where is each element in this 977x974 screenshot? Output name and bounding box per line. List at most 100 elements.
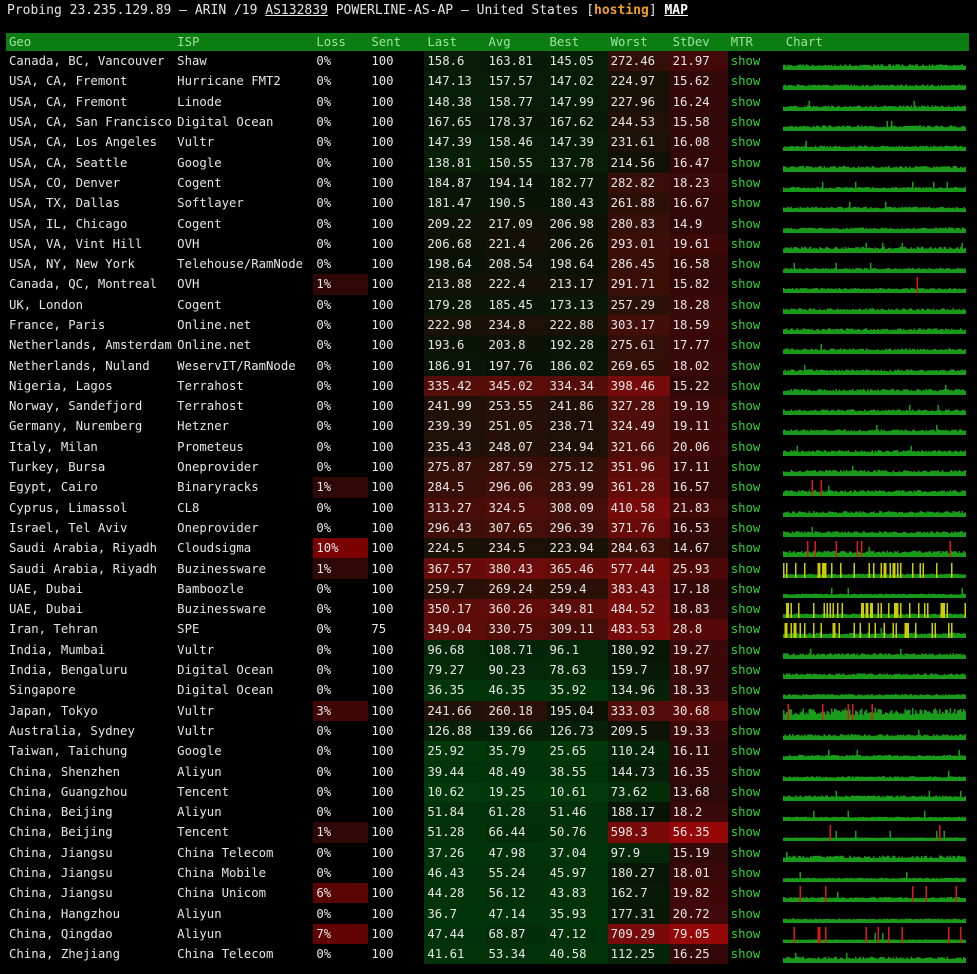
mtr-show-link[interactable]: show bbox=[728, 457, 783, 477]
sparkline-bar bbox=[862, 309, 864, 314]
sparkline-bar bbox=[880, 410, 882, 416]
sparkline-bar bbox=[859, 430, 861, 436]
table-row: USA, CA, Seattle Google 0% 100 138.81 150.55 1… bbox=[6, 152, 969, 173]
mtr-show-link[interactable]: show bbox=[728, 152, 783, 172]
mtr-show-link[interactable]: show bbox=[728, 376, 783, 396]
sparkline-bar bbox=[941, 551, 944, 558]
sparkline-bar bbox=[914, 309, 917, 314]
table-row: India, Mumbai Vultr 0% 100 96.68 108.71 96.1 18… bbox=[6, 639, 969, 660]
geo-cell: Cyprus, Limassol bbox=[9, 500, 128, 515]
sparkline-bar bbox=[913, 146, 915, 152]
mtr-show-link[interactable]: show bbox=[728, 782, 783, 802]
sparkline-bar bbox=[791, 573, 794, 578]
mtr-show-link[interactable]: show bbox=[728, 437, 783, 457]
mtr-show-link[interactable]: show bbox=[728, 761, 783, 781]
sparkline-bar bbox=[919, 675, 921, 680]
mtr-show-link[interactable]: show bbox=[728, 396, 783, 416]
col-stdev[interactable]: StDev bbox=[669, 33, 728, 51]
sparkline-bar bbox=[839, 289, 842, 294]
asn-link[interactable]: AS132839 bbox=[265, 3, 328, 18]
mtr-show-link[interactable]: show bbox=[728, 173, 783, 193]
sparkline-bar bbox=[787, 603, 789, 619]
sparkline-bar bbox=[791, 146, 794, 152]
sparkline-bar bbox=[917, 695, 920, 700]
col-isp[interactable]: ISP bbox=[174, 33, 314, 51]
sparkline-bar bbox=[833, 410, 836, 416]
sparkline-bar bbox=[871, 268, 873, 274]
col-avg[interactable]: Avg bbox=[485, 33, 547, 51]
mtr-show-link[interactable]: show bbox=[728, 355, 783, 375]
mtr-show-link[interactable]: show bbox=[728, 680, 783, 700]
best-cell: 145.05 bbox=[546, 51, 608, 72]
sparkline-bar bbox=[790, 796, 792, 801]
mtr-show-link[interactable]: show bbox=[728, 660, 783, 680]
last-cell: 158.6 bbox=[424, 51, 486, 72]
mtr-show-link[interactable]: show bbox=[728, 71, 783, 91]
sparkline-bar bbox=[815, 228, 818, 233]
mtr-show-link[interactable]: show bbox=[728, 721, 783, 741]
sparkline-bar bbox=[868, 491, 870, 497]
mtr-show-link[interactable]: show bbox=[728, 599, 783, 619]
sparkline-bar bbox=[842, 146, 845, 152]
mtr-show-link[interactable]: show bbox=[728, 92, 783, 112]
mtr-show-link[interactable]: show bbox=[728, 335, 783, 355]
mtr-show-link[interactable]: show bbox=[728, 701, 783, 721]
mtr-show-link[interactable]: show bbox=[728, 538, 783, 558]
mtr-show-link[interactable]: show bbox=[728, 112, 783, 132]
mtr-show-link[interactable]: show bbox=[728, 640, 783, 660]
sparkline-bar bbox=[799, 165, 801, 172]
mtr-show-link[interactable]: show bbox=[728, 498, 783, 518]
sparkline-bar bbox=[820, 450, 822, 456]
mtr-show-link[interactable]: show bbox=[728, 254, 783, 274]
mtr-show-link[interactable]: show bbox=[728, 477, 783, 497]
col-sent[interactable]: Sent bbox=[368, 33, 425, 51]
sparkline-bar bbox=[904, 165, 906, 172]
best-cell: 35.92 bbox=[546, 680, 608, 701]
sparkline-bar bbox=[796, 429, 798, 436]
mtr-show-link[interactable]: show bbox=[728, 579, 783, 599]
col-geo[interactable]: Geo bbox=[6, 33, 175, 51]
isp-cell: Terrahost bbox=[177, 378, 244, 393]
sparkline-bar bbox=[821, 613, 824, 619]
sparkline-bar bbox=[788, 350, 791, 355]
mtr-show-link[interactable]: show bbox=[728, 51, 783, 71]
mtr-show-link[interactable]: show bbox=[728, 234, 783, 254]
sparkline-bar bbox=[877, 188, 879, 192]
sparkline-bar bbox=[881, 269, 884, 274]
sparkline-bar bbox=[940, 165, 942, 172]
mtr-show-link[interactable]: show bbox=[728, 132, 783, 152]
sparkline-bar bbox=[784, 227, 786, 233]
mtr-show-link[interactable]: show bbox=[728, 193, 783, 213]
mtr-show-link[interactable]: show bbox=[728, 295, 783, 315]
loss-cell: 0% bbox=[316, 642, 332, 657]
mtr-show-link[interactable]: show bbox=[728, 274, 783, 294]
sparkline-bar bbox=[893, 125, 896, 132]
col-best[interactable]: Best bbox=[546, 33, 608, 51]
sparkline-bar bbox=[824, 755, 827, 761]
mtr-show-link[interactable]: show bbox=[728, 619, 783, 639]
sparkline-bar bbox=[868, 776, 870, 781]
mtr-show-link[interactable]: show bbox=[728, 315, 783, 335]
map-link[interactable]: MAP bbox=[664, 3, 687, 18]
sparkline-bar bbox=[934, 655, 936, 659]
sparkline-bar bbox=[929, 491, 932, 497]
sparkline-bar bbox=[886, 120, 888, 132]
mtr-show-link[interactable]: show bbox=[728, 416, 783, 436]
sparkline-bar bbox=[886, 594, 888, 598]
sparkline-bar bbox=[788, 734, 791, 740]
sparkline-bar bbox=[818, 755, 821, 761]
col-last[interactable]: Last bbox=[424, 33, 486, 51]
mtr-show-link[interactable]: show bbox=[728, 518, 783, 538]
mtr-show-link[interactable]: show bbox=[728, 741, 783, 761]
sparkline-bar bbox=[847, 369, 849, 375]
sparkline-bar bbox=[875, 166, 878, 172]
mtr-show-link[interactable]: show bbox=[728, 558, 783, 578]
sparkline-bar bbox=[910, 653, 912, 659]
sparkline-bar bbox=[794, 105, 797, 111]
col-worst[interactable]: Worst bbox=[607, 33, 670, 51]
sparkline-bar bbox=[943, 227, 945, 233]
mtr-show-link[interactable]: show bbox=[728, 213, 783, 233]
sparkline-bar bbox=[863, 470, 866, 477]
sparkline-bar bbox=[856, 776, 858, 781]
col-loss[interactable]: Loss bbox=[313, 33, 369, 51]
